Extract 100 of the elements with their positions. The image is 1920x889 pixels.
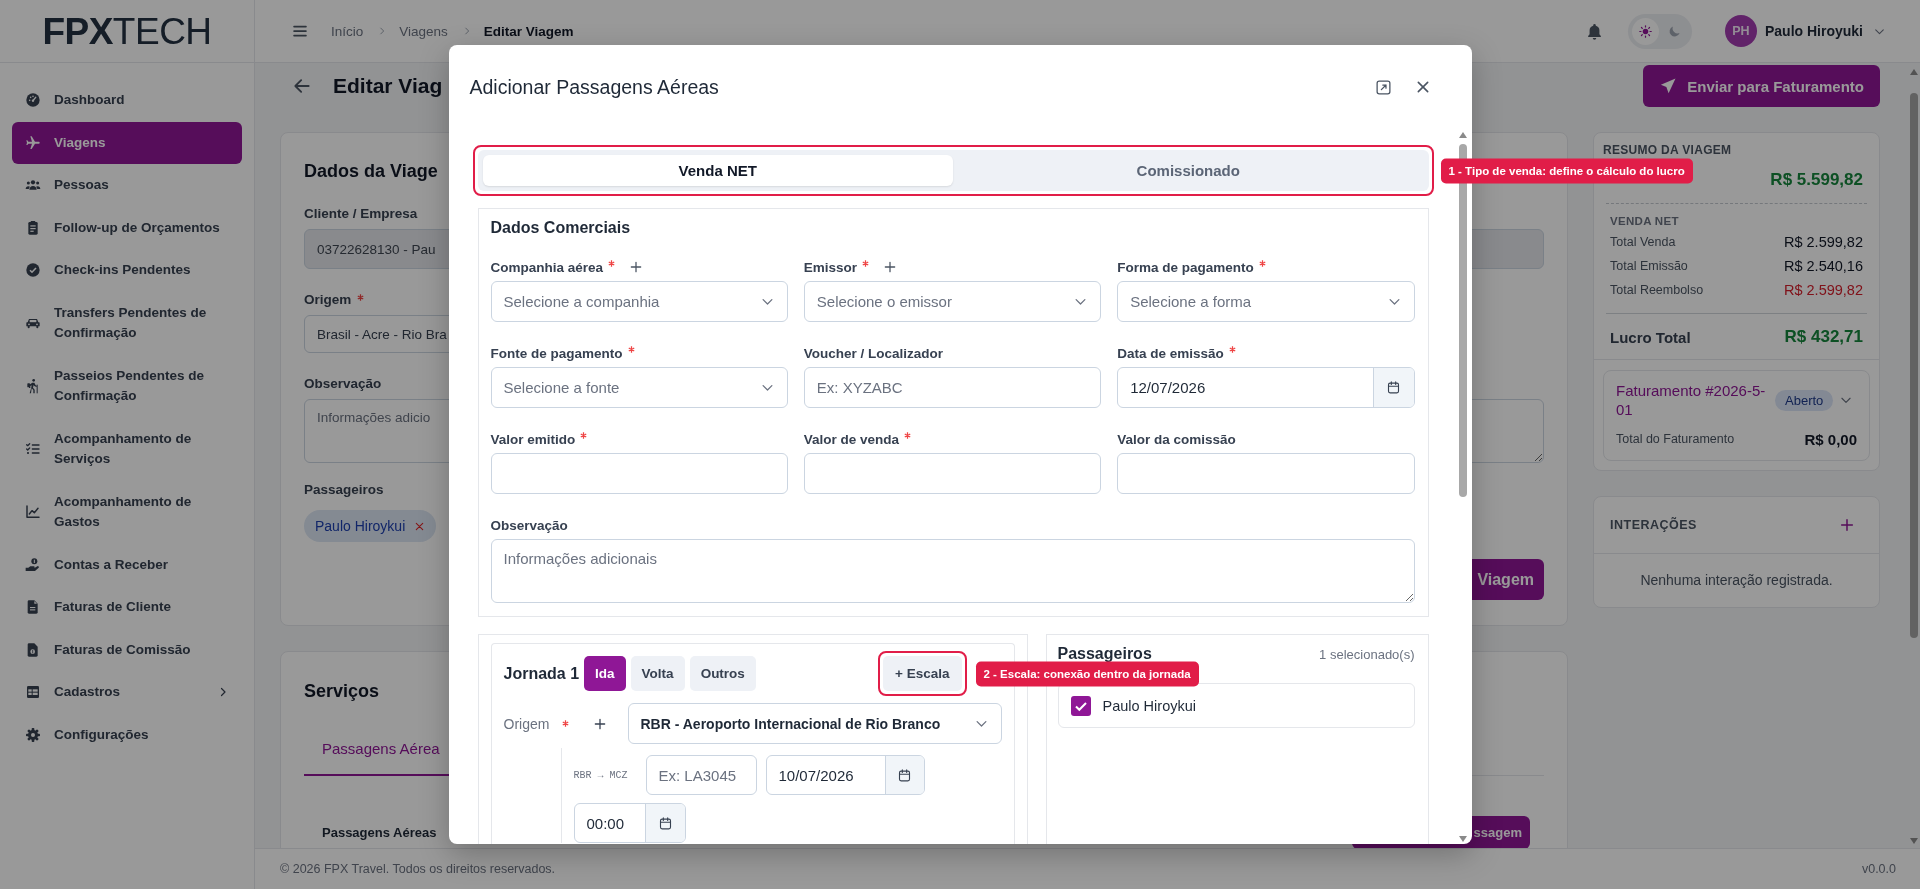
checkbox[interactable] (1070, 695, 1091, 716)
calendar-icon (657, 815, 673, 831)
scroll-up-icon[interactable] (1910, 69, 1918, 75)
plus-icon[interactable] (1839, 517, 1855, 533)
journey-title: Jornada 1 (503, 664, 580, 683)
passenger-row[interactable]: Paulo Hiroykui (1057, 683, 1415, 728)
select-field[interactable]: RBR - Aeroporto Internacional de Rio Branco (627, 703, 1002, 744)
sidebar-item[interactable]: Viagens (12, 121, 242, 164)
table-icon (25, 684, 41, 701)
sidebar-item[interactable]: Transfers Pendentes de Confirmação (12, 291, 242, 355)
avatar[interactable]: PH (1724, 15, 1757, 47)
date-field[interactable]: 12/07/2026 (1117, 367, 1415, 408)
passenger-name: Paulo Hiroykui (1102, 697, 1196, 714)
section-title: Dados Comerciais (490, 218, 631, 238)
notes-field[interactable]: Informações adicionais (490, 539, 1415, 603)
user-name[interactable]: Paulo Hiroyuki (1764, 23, 1863, 39)
document-icon (25, 599, 41, 616)
sidebar-item[interactable]: Faturas de Comissão (12, 628, 242, 671)
direction-tab[interactable]: Ida (584, 656, 626, 691)
sidebar-item[interactable]: Passeios Pendentes de Confirmação (12, 354, 242, 418)
field-label: Valor emitido (490, 431, 576, 447)
sidebar-item[interactable]: Dashboard (12, 79, 242, 122)
sidebar-item[interactable]: Contas a Receber (12, 543, 242, 586)
field-label: Companhia aérea (490, 259, 604, 275)
field-label: Passageiros (304, 481, 384, 499)
time-field[interactable]: 00:00 (573, 803, 686, 843)
select-field[interactable]: Selecione a companhia (490, 281, 788, 322)
calendar-icon (1386, 380, 1401, 395)
field-label: Observação (490, 517, 568, 533)
annotation-label: 1 - Tipo de venda: define o cálculo do lucro (1440, 158, 1693, 183)
text-field[interactable]: Ex: XYZABC (803, 367, 1102, 408)
scroll-up-icon[interactable] (1458, 132, 1467, 138)
field-label: Observação (304, 375, 382, 393)
expand-icon[interactable] (1374, 78, 1392, 96)
logo[interactable]: FPXTECH (42, 12, 212, 50)
plus-icon[interactable] (883, 260, 898, 274)
select-field[interactable]: Selecione o emissor (803, 281, 1102, 322)
hiker-icon (25, 378, 41, 394)
field-label: Cliente / Empresa (304, 205, 418, 223)
direction-tab[interactable]: Volta (630, 656, 685, 691)
sale-type-tab[interactable]: Venda NET (482, 155, 953, 186)
group-label: VENDA NET (1610, 214, 1679, 228)
breadcrumb-link[interactable]: Viagens (399, 23, 448, 39)
scrollbar-thumb[interactable] (1910, 93, 1918, 638)
breadcrumb-current: Editar Viagem (483, 23, 574, 39)
sun-icon[interactable] (1631, 17, 1659, 45)
select-field[interactable]: Selecione a fonte (490, 367, 788, 408)
sidebar-item[interactable]: Follow-up de Orçamentos (12, 206, 242, 249)
section-title: Passageiros (1057, 645, 1152, 663)
text-field[interactable] (1117, 453, 1415, 494)
invoice-title[interactable]: Faturamento #2026-5-01 (1616, 381, 1769, 419)
field-label: Valor da comissão (1117, 431, 1236, 447)
route-label: RBR → MCZ (573, 769, 628, 781)
date-field[interactable]: 10/07/2026 (765, 755, 925, 795)
stopover-button[interactable]: + Escala (883, 656, 962, 691)
sidebar-item[interactable]: Check-ins Pendentes (12, 249, 242, 292)
card-title: Serviços (304, 680, 380, 702)
back-arrow-icon[interactable] (292, 76, 312, 96)
invoice-total: R$ 0,00 (1804, 430, 1857, 448)
scroll-down-icon[interactable] (1910, 838, 1918, 844)
direction-tab[interactable]: Outros (689, 656, 756, 691)
flight-number-field[interactable]: Ex: LA3045 (645, 755, 757, 795)
text-field[interactable] (490, 453, 788, 494)
card-title: Dados da Viage (304, 160, 438, 182)
copyright-text: © 2026 FPX Travel. Todos os direitos reservados. (280, 862, 556, 876)
summary-title: RESUMO DA VIAGEM (1602, 142, 1733, 157)
summary-value: R$ 2.599,82 (1784, 234, 1863, 250)
calendar-button[interactable] (884, 756, 924, 794)
scroll-down-icon[interactable] (1458, 836, 1467, 842)
text-field[interactable] (803, 453, 1102, 494)
theme-toggle[interactable] (1627, 13, 1692, 49)
calendar-button[interactable] (644, 804, 685, 842)
profit-value: R$ 432,71 (1784, 327, 1863, 347)
page-title: Editar Viag (333, 74, 443, 98)
field-label: Origem (503, 715, 551, 732)
calendar-icon (897, 767, 912, 783)
sidebar-item[interactable]: Cadastros (12, 671, 242, 714)
breadcrumb-link[interactable]: Início (331, 23, 364, 39)
field-label: Valor de venda (803, 431, 900, 447)
sale-type-tab[interactable]: Comissionado (953, 155, 1424, 186)
plus-icon[interactable] (629, 260, 644, 274)
sidebar-item[interactable]: Pessoas (12, 164, 242, 207)
sidebar-item[interactable]: Acompanhamento de Serviços (12, 417, 242, 481)
field-label: Forma de pagamento (1117, 259, 1254, 275)
field-label: Fonte de pagamento (490, 345, 623, 361)
gauge-icon (25, 92, 41, 109)
chip-label: Paulo Hiroykui (315, 518, 406, 534)
calendar-button[interactable] (1372, 368, 1414, 407)
send-button[interactable]: Enviar para Faturamento (1643, 65, 1880, 107)
sidebar-item[interactable]: Configurações (12, 713, 242, 756)
select-field[interactable]: Selecione a forma (1117, 281, 1415, 322)
section-title: INTERAÇÕES (1610, 518, 1697, 532)
sidebar-item[interactable]: Acompanhamento de Gastos (12, 480, 242, 544)
scrollbar-thumb[interactable] (1458, 144, 1467, 497)
summary-label: Total Venda (1610, 235, 1676, 249)
sidebar-item[interactable]: Faturas de Cliente (12, 586, 242, 629)
settings-icon (25, 726, 41, 743)
status-badge: Aberto (1775, 389, 1834, 411)
hand-coin-icon (25, 556, 41, 573)
plus-icon[interactable] (592, 716, 607, 731)
